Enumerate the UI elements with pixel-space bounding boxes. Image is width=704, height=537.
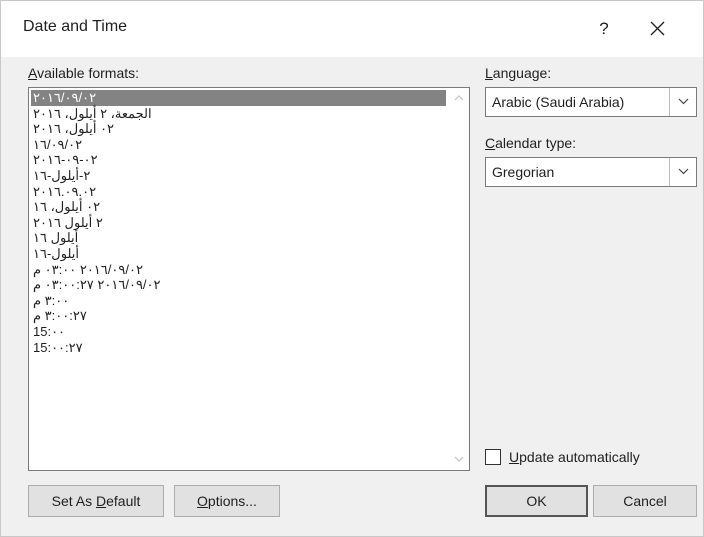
options-button[interactable]: Options... (174, 485, 280, 517)
available-formats-label: Available formats: (28, 65, 140, 81)
close-icon (650, 21, 664, 36)
chevron-down-icon (678, 98, 688, 105)
language-value: Arabic (Saudi Arabia) (492, 94, 625, 110)
language-dropdown-button[interactable] (669, 88, 696, 116)
help-button[interactable]: ? (586, 11, 622, 47)
help-icon: ? (599, 19, 609, 38)
language-select[interactable]: Arabic (Saudi Arabia) (485, 87, 697, 117)
close-button[interactable] (637, 11, 677, 47)
format-list-item[interactable]: الجمعة، ٢ أيلول، ٢٠١٦ (31, 106, 446, 122)
format-list-item[interactable]: أيلول-١٦ (31, 246, 446, 262)
format-list-item[interactable]: ٢-أيلول-١٦ (31, 168, 446, 184)
calendar-type-select[interactable]: Gregorian (485, 157, 697, 187)
format-list-item[interactable]: ٣:٠٠ م (31, 293, 446, 309)
calendar-type-label: Calendar type: (485, 135, 577, 151)
language-label: Language: (485, 65, 552, 81)
ok-button[interactable]: OK (485, 485, 588, 517)
calendar-type-value: Gregorian (492, 164, 555, 180)
chevron-down-icon (454, 456, 464, 462)
format-list-item[interactable]: ٢٠١٦/٠٩/٠٢ ٠٣:٠٠ م (31, 262, 446, 278)
chevron-up-icon (454, 95, 464, 101)
format-list-item[interactable]: 15:٠٠:٢٧ (31, 340, 446, 356)
format-list-item[interactable]: ٠٢ أيلول، ١٦ (31, 199, 446, 215)
scroll-up-button[interactable] (449, 88, 469, 106)
calendar-dropdown-button[interactable] (669, 158, 696, 186)
format-list-item[interactable]: ٠٢ أيلول، ٢٠١٦ (31, 121, 446, 137)
update-automatically-label[interactable]: Update automatically (509, 449, 640, 465)
formats-scrollbar[interactable] (449, 88, 469, 468)
scroll-down-button[interactable] (449, 450, 469, 468)
format-list-item[interactable]: ١٦/٠٩/٠٢ (31, 137, 446, 153)
formats-list[interactable]: ٢٠١٦/٠٩/٠٢ الجمعة، ٢ أيلول، ٢٠١٦ ٠٢ أيلول،… (31, 90, 446, 466)
format-list-item[interactable]: ٠٢-٠٩-٢٠١٦ (31, 152, 446, 168)
dialog-title: Date and Time (23, 18, 128, 35)
set-as-default-button[interactable]: Set As Default (28, 485, 164, 517)
format-list-item[interactable]: ٢٠١٦/٠٩/٠٢ ٠٣:٠٠:٢٧ م (31, 277, 446, 293)
format-list-item[interactable]: ٣:٠٠:٢٧ م (31, 308, 446, 324)
format-list-item[interactable]: أيلول ١٦ (31, 230, 446, 246)
available-formats-listbox[interactable]: ٢٠١٦/٠٩/٠٢ الجمعة، ٢ أيلول، ٢٠١٦ ٠٢ أيلول،… (28, 87, 470, 471)
format-list-item[interactable]: 15:٠٠ (31, 324, 446, 340)
format-list-item[interactable]: ٢٠١٦.٠٩.٠٢ (31, 184, 446, 200)
title-bar: Date and Time ? (1, 1, 703, 57)
chevron-down-icon (678, 168, 688, 175)
cancel-button[interactable]: Cancel (593, 485, 697, 517)
date-time-dialog: Date and Time ? Available formats: ٢٠١٦/… (0, 0, 704, 537)
format-list-item[interactable]: ٢ أيلول ٢٠١٦ (31, 215, 446, 231)
update-automatically-checkbox[interactable] (485, 449, 501, 465)
format-list-item[interactable]: ٢٠١٦/٠٩/٠٢ (31, 90, 446, 106)
